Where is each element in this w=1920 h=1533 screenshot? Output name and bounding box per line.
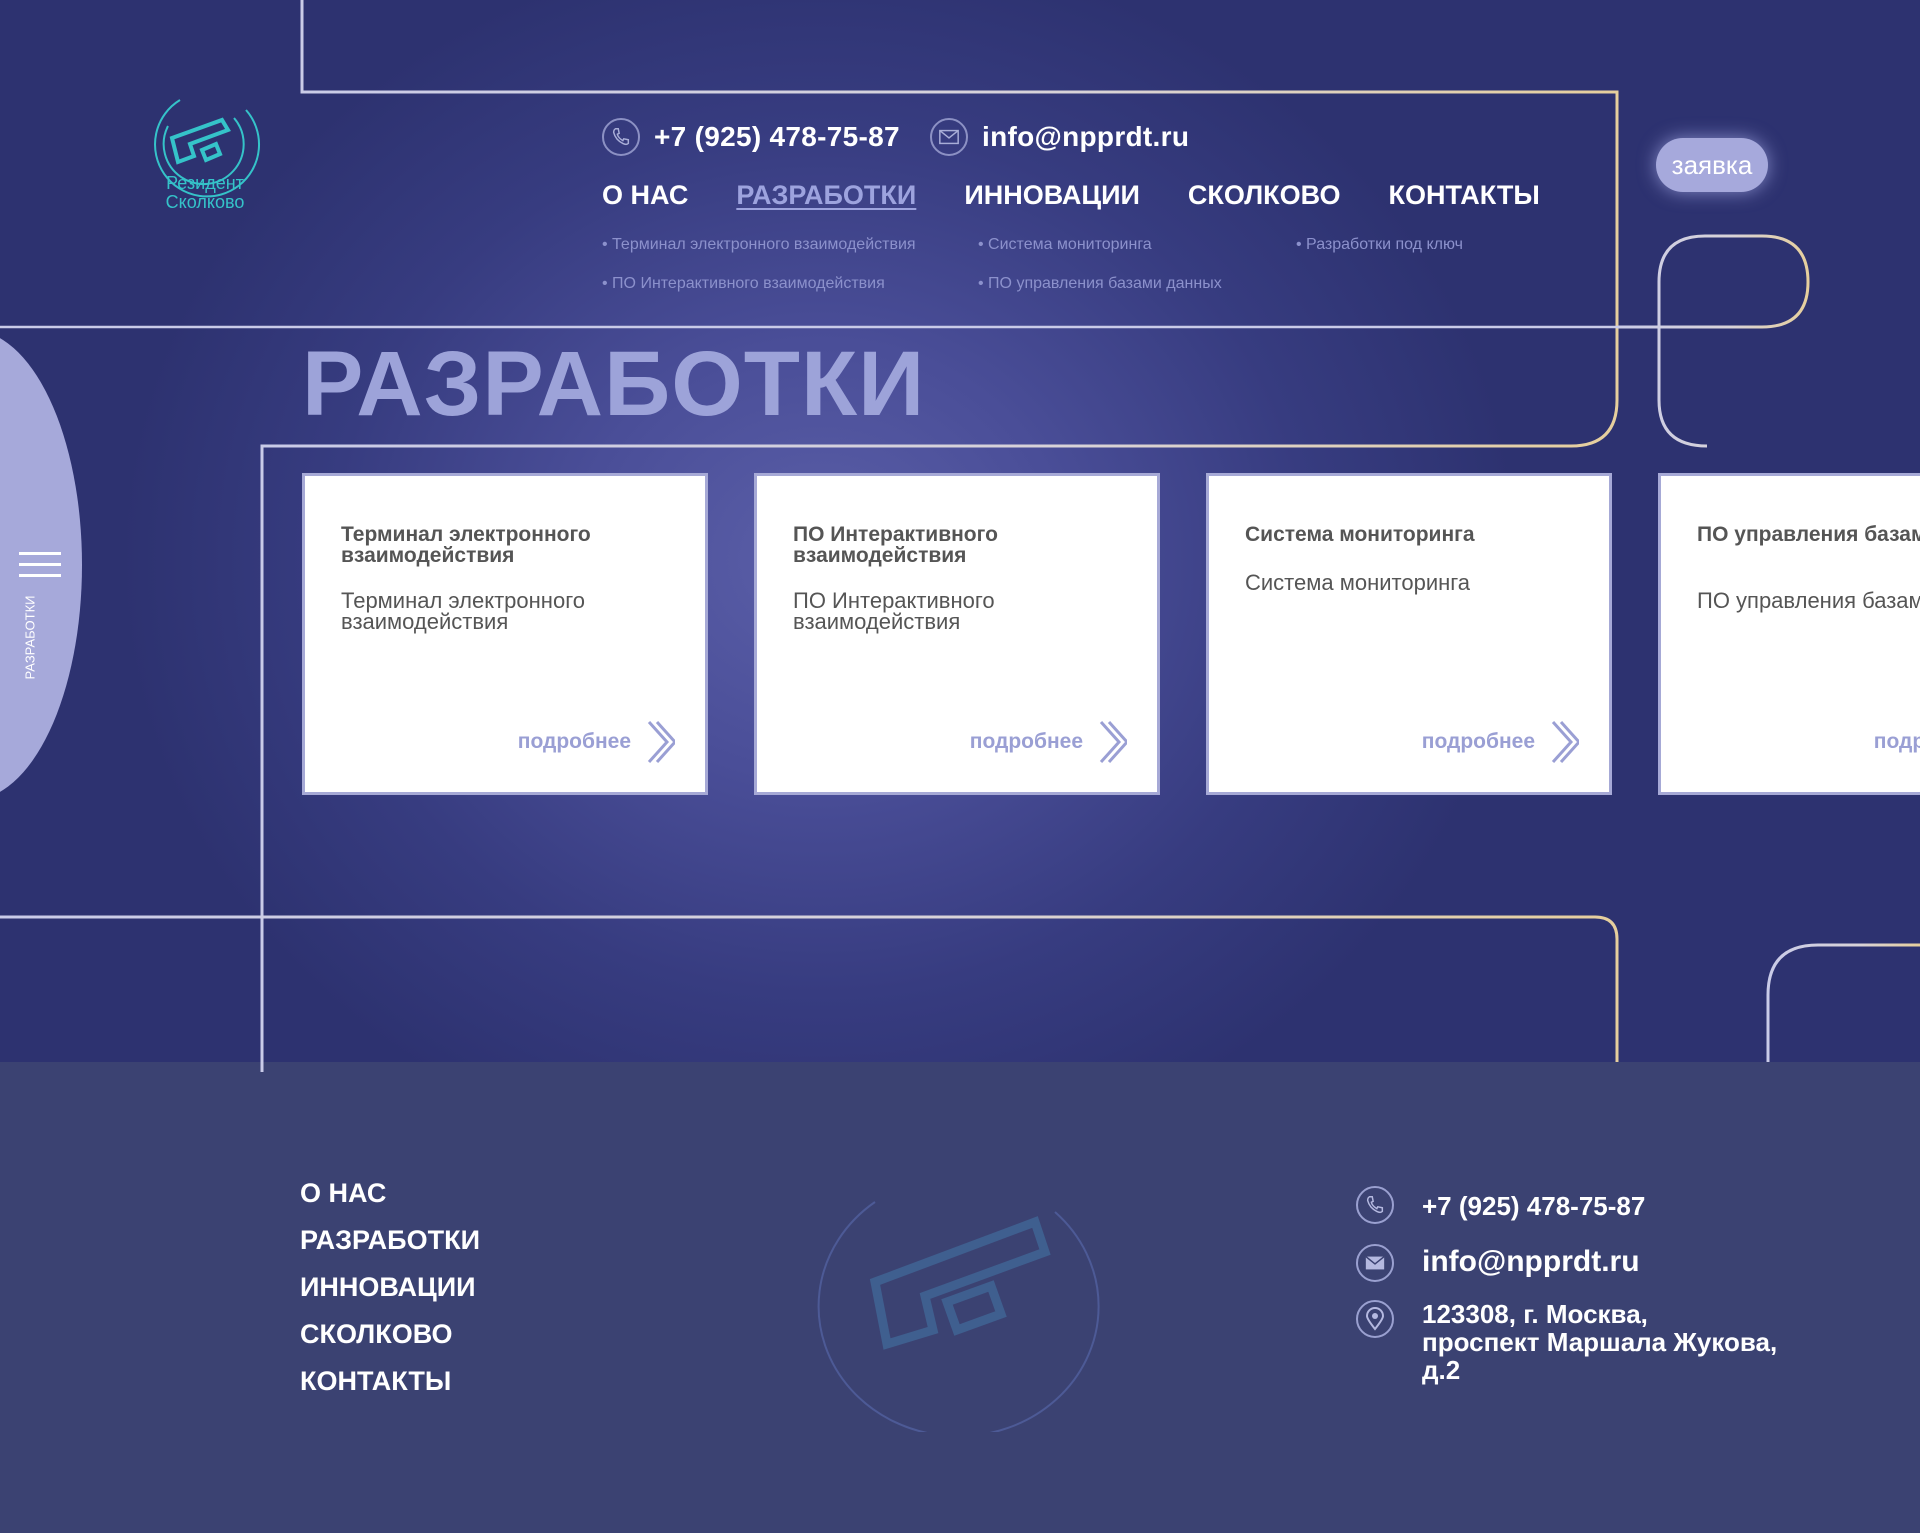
header-email[interactable]: info@npprdt.ru bbox=[930, 118, 1189, 156]
page-title: РАЗРАБОТКИ bbox=[302, 333, 926, 435]
footer-address-text: 123308, г. Москва, проспект Маршала Жуко… bbox=[1422, 1299, 1778, 1385]
card-title: ПО управления базами данных bbox=[1697, 523, 1920, 546]
card-title: Терминал электронного взаимодействия bbox=[341, 523, 591, 567]
card-description: ПО Интерактивного взаимодействия bbox=[793, 588, 995, 634]
submenu-terminal[interactable]: • Терминал электронного взаимодействия bbox=[602, 236, 916, 254]
card-databases[interactable]: ПО управления базами данных ПО управлени… bbox=[1658, 473, 1920, 795]
footer-address: 123308, г. Москва, проспект Маршала Жуко… bbox=[1356, 1300, 1777, 1384]
footer-nav-skolkovo[interactable]: СКОЛКОВО bbox=[300, 1319, 480, 1350]
chevron-right-icon[interactable] bbox=[645, 718, 675, 766]
envelope-icon bbox=[1356, 1244, 1394, 1282]
more-link[interactable]: подробнее bbox=[970, 730, 1083, 754]
footer-email-address[interactable]: info@npprdt.ru bbox=[1422, 1244, 1640, 1277]
logo-caption: Резидент Сколково bbox=[165, 173, 245, 212]
submenu-interactive[interactable]: • ПО Интерактивного взаимодействия bbox=[602, 275, 885, 293]
footer-nav: О НАС РАЗРАБОТКИ ИННОВАЦИИ СКОЛКОВО КОНТ… bbox=[300, 1178, 480, 1413]
footer-email[interactable]: info@npprdt.ru bbox=[1356, 1244, 1640, 1282]
nav-developments[interactable]: РАЗРАБОТКИ bbox=[736, 180, 916, 211]
footer-phone[interactable]: +7 (925) 478-75-87 bbox=[1356, 1186, 1645, 1224]
card-description: ПО управления базами данных bbox=[1697, 588, 1920, 613]
more-link[interactable]: подробнее bbox=[1422, 730, 1535, 754]
hero-section: РАЗРАБОТКИ Резидент Сколково +7 (925) 47… bbox=[0, 0, 1920, 1062]
card-description: Система мониторинга bbox=[1245, 570, 1471, 595]
more-link[interactable]: подробнее bbox=[518, 730, 631, 754]
card-monitoring[interactable]: Система мониторинга Система мониторинга … bbox=[1206, 473, 1612, 795]
more-link[interactable]: подробнее bbox=[1874, 730, 1920, 754]
hamburger-icon[interactable] bbox=[19, 552, 61, 585]
nav-contacts[interactable]: КОНТАКТЫ bbox=[1388, 180, 1539, 211]
watermark-logo-icon bbox=[817, 1201, 1100, 1432]
submenu-monitoring[interactable]: • Система мониторинга bbox=[978, 236, 1152, 254]
nav-skolkovo[interactable]: СКОЛКОВО bbox=[1188, 180, 1341, 211]
footer-nav-innovations[interactable]: ИННОВАЦИИ bbox=[300, 1272, 480, 1303]
footer-nav-developments[interactable]: РАЗРАБОТКИ bbox=[300, 1225, 480, 1256]
chevron-right-icon[interactable] bbox=[1097, 718, 1127, 766]
footer-nav-contacts[interactable]: КОНТАКТЫ bbox=[300, 1366, 480, 1397]
submenu-databases[interactable]: • ПО управления базами данных bbox=[978, 275, 1222, 293]
nav-about[interactable]: О НАС bbox=[602, 180, 688, 211]
phone-number[interactable]: +7 (925) 478-75-87 bbox=[654, 121, 900, 153]
location-pin-icon bbox=[1356, 1300, 1394, 1338]
side-tab-label: РАЗРАБОТКИ bbox=[22, 595, 38, 680]
phone-icon bbox=[1356, 1186, 1394, 1224]
request-button[interactable]: заявка bbox=[1656, 138, 1768, 192]
phone-icon bbox=[602, 118, 640, 156]
footer-nav-about[interactable]: О НАС bbox=[300, 1178, 480, 1209]
email-address[interactable]: info@npprdt.ru bbox=[982, 121, 1189, 153]
envelope-icon bbox=[930, 118, 968, 156]
header-phone[interactable]: +7 (925) 478-75-87 bbox=[602, 118, 900, 156]
card-title: ПО Интерактивного взаимодействия bbox=[793, 523, 998, 567]
footer-phone-number[interactable]: +7 (925) 478-75-87 bbox=[1422, 1186, 1645, 1220]
card-title: Система мониторинга bbox=[1245, 523, 1475, 546]
card-description: Терминал электронного взаимодействия bbox=[341, 588, 585, 634]
chevron-right-icon[interactable] bbox=[1549, 718, 1579, 766]
card-interactive[interactable]: ПО Интерактивного взаимодействия ПО Инте… bbox=[754, 473, 1160, 795]
card-terminal[interactable]: Терминал электронного взаимодействия Тер… bbox=[302, 473, 708, 795]
submenu-turnkey[interactable]: • Разработки под ключ bbox=[1296, 236, 1463, 254]
nav-innovations[interactable]: ИННОВАЦИИ bbox=[964, 180, 1140, 211]
main-nav: О НАС РАЗРАБОТКИ ИННОВАЦИИ СКОЛКОВО КОНТ… bbox=[602, 180, 1540, 211]
